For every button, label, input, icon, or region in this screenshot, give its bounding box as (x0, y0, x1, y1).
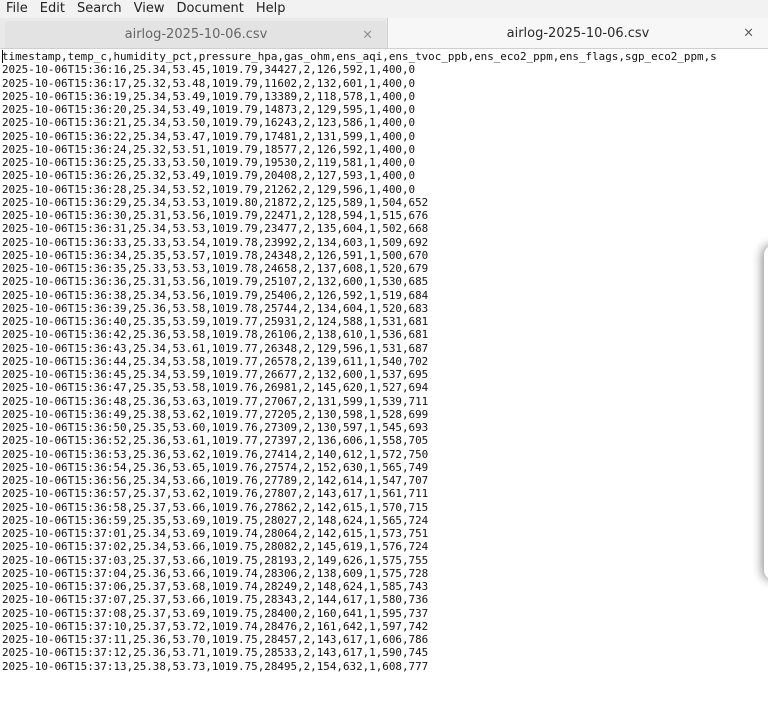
text-line[interactable]: 2025-10-06T15:36:47,25.35,53.58,1019.76,… (2, 381, 717, 394)
text-line[interactable]: 2025-10-06T15:36:29,25.34,53.53,1019.80,… (2, 196, 717, 209)
text-line[interactable]: 2025-10-06T15:37:01,25.34,53.69,1019.74,… (2, 527, 717, 540)
text-line[interactable]: 2025-10-06T15:36:40,25.35,53.59,1019.77,… (2, 315, 717, 328)
text-line[interactable]: 2025-10-06T15:36:42,25.36,53.58,1019.78,… (2, 328, 717, 341)
text-editor-area[interactable]: timestamp,temp_c,humidity_pct,pressure_h… (0, 49, 768, 707)
tab-bar: airlog-2025-10-06.csv × airlog-2025-10-0… (0, 18, 768, 49)
text-line[interactable]: 2025-10-06T15:36:28,25.34,53.52,1019.79,… (2, 183, 717, 196)
menu-search[interactable]: Search (71, 0, 128, 18)
text-line[interactable]: 2025-10-06T15:36:52,25.36,53.61,1019.77,… (2, 434, 717, 447)
text-line[interactable]: 2025-10-06T15:36:58,25.37,53.66,1019.76,… (2, 501, 717, 514)
text-line[interactable]: 2025-10-06T15:37:07,25.37,53.66,1019.75,… (2, 593, 717, 606)
text-line[interactable]: 2025-10-06T15:36:30,25.31,53.56,1019.79,… (2, 209, 717, 222)
text-line[interactable]: 2025-10-06T15:36:43,25.34,53.61,1019.77,… (2, 342, 717, 355)
file-content[interactable]: timestamp,temp_c,humidity_pct,pressure_h… (2, 50, 717, 673)
tab-label: airlog-2025-10-06.csv (506, 25, 650, 41)
text-line[interactable]: 2025-10-06T15:36:24,25.32,53.51,1019.79,… (2, 143, 717, 156)
text-line[interactable]: 2025-10-06T15:37:02,25.34,53.66,1019.75,… (2, 540, 717, 553)
text-line[interactable]: 2025-10-06T15:36:36,25.31,53.56,1019.79,… (2, 275, 717, 288)
text-line[interactable]: 2025-10-06T15:37:08,25.37,53.69,1019.75,… (2, 607, 717, 620)
text-line[interactable]: 2025-10-06T15:37:10,25.37,53.72,1019.74,… (2, 620, 717, 633)
text-line[interactable]: 2025-10-06T15:36:48,25.36,53.63,1019.77,… (2, 395, 717, 408)
text-line[interactable]: 2025-10-06T15:36:26,25.32,53.49,1019.79,… (2, 169, 717, 182)
text-line[interactable]: 2025-10-06T15:36:59,25.35,53.69,1019.75,… (2, 514, 717, 527)
text-line[interactable]: 2025-10-06T15:36:16,25.34,53.45,1019.79,… (2, 63, 717, 76)
menubar: File Edit Search View Document Help (0, 0, 768, 18)
tab-document-1[interactable]: airlog-2025-10-06.csv × (5, 21, 387, 48)
tab-document-2[interactable]: airlog-2025-10-06.csv × (387, 18, 768, 48)
text-line[interactable]: 2025-10-06T15:36:22,25.34,53.47,1019.79,… (2, 130, 717, 143)
text-line[interactable]: 2025-10-06T15:36:31,25.34,53.53,1019.79,… (2, 222, 717, 235)
text-line[interactable]: 2025-10-06T15:37:06,25.37,53.68,1019.74,… (2, 580, 717, 593)
text-line[interactable]: 2025-10-06T15:36:21,25.34,53.50,1019.79,… (2, 116, 717, 129)
text-line[interactable]: 2025-10-06T15:37:04,25.36,53.66,1019.74,… (2, 567, 717, 580)
close-icon[interactable]: × (743, 26, 754, 41)
text-line[interactable]: 2025-10-06T15:36:56,25.34,53.66,1019.76,… (2, 474, 717, 487)
text-line[interactable]: 2025-10-06T15:36:17,25.32,53.48,1019.79,… (2, 77, 717, 90)
menu-document[interactable]: Document (170, 0, 249, 18)
text-line[interactable]: 2025-10-06T15:37:12,25.36,53.71,1019.75,… (2, 646, 717, 659)
text-line[interactable]: 2025-10-06T15:36:39,25.36,53.58,1019.78,… (2, 302, 717, 315)
side-panel-handle[interactable] (764, 245, 768, 580)
tab-label: airlog-2025-10-06.csv (124, 27, 268, 42)
text-line[interactable]: 2025-10-06T15:37:11,25.36,53.70,1019.75,… (2, 633, 717, 646)
menu-edit[interactable]: Edit (34, 0, 71, 18)
text-line[interactable]: 2025-10-06T15:36:25,25.33,53.50,1019.79,… (2, 156, 717, 169)
text-line[interactable]: 2025-10-06T15:36:53,25.36,53.62,1019.76,… (2, 448, 717, 461)
text-line[interactable]: 2025-10-06T15:36:49,25.38,53.62,1019.77,… (2, 408, 717, 421)
text-line[interactable]: 2025-10-06T15:36:20,25.34,53.49,1019.79,… (2, 103, 717, 116)
text-line[interactable]: 2025-10-06T15:36:38,25.34,53.56,1019.79,… (2, 289, 717, 302)
text-line[interactable]: timestamp,temp_c,humidity_pct,pressure_h… (2, 50, 717, 63)
text-line[interactable]: 2025-10-06T15:36:54,25.36,53.65,1019.76,… (2, 461, 717, 474)
close-icon[interactable]: × (362, 27, 373, 42)
text-line[interactable]: 2025-10-06T15:37:03,25.37,53.66,1019.75,… (2, 554, 717, 567)
text-line[interactable]: 2025-10-06T15:36:33,25.33,53.54,1019.78,… (2, 236, 717, 249)
text-line[interactable]: 2025-10-06T15:36:35,25.33,53.53,1019.78,… (2, 262, 717, 275)
text-line[interactable]: 2025-10-06T15:36:50,25.35,53.60,1019.76,… (2, 421, 717, 434)
text-line[interactable]: 2025-10-06T15:36:45,25.34,53.59,1019.77,… (2, 368, 717, 381)
text-line[interactable]: 2025-10-06T15:36:19,25.34,53.49,1019.79,… (2, 90, 717, 103)
menu-view[interactable]: View (128, 0, 171, 18)
text-line[interactable]: 2025-10-06T15:36:57,25.37,53.62,1019.76,… (2, 487, 717, 500)
text-line[interactable]: 2025-10-06T15:36:34,25.35,53.57,1019.78,… (2, 249, 717, 262)
text-line[interactable]: 2025-10-06T15:37:13,25.38,53.73,1019.75,… (2, 660, 717, 673)
menu-file[interactable]: File (0, 0, 34, 18)
menu-help[interactable]: Help (250, 0, 292, 18)
text-line[interactable]: 2025-10-06T15:36:44,25.34,53.58,1019.77,… (2, 355, 717, 368)
